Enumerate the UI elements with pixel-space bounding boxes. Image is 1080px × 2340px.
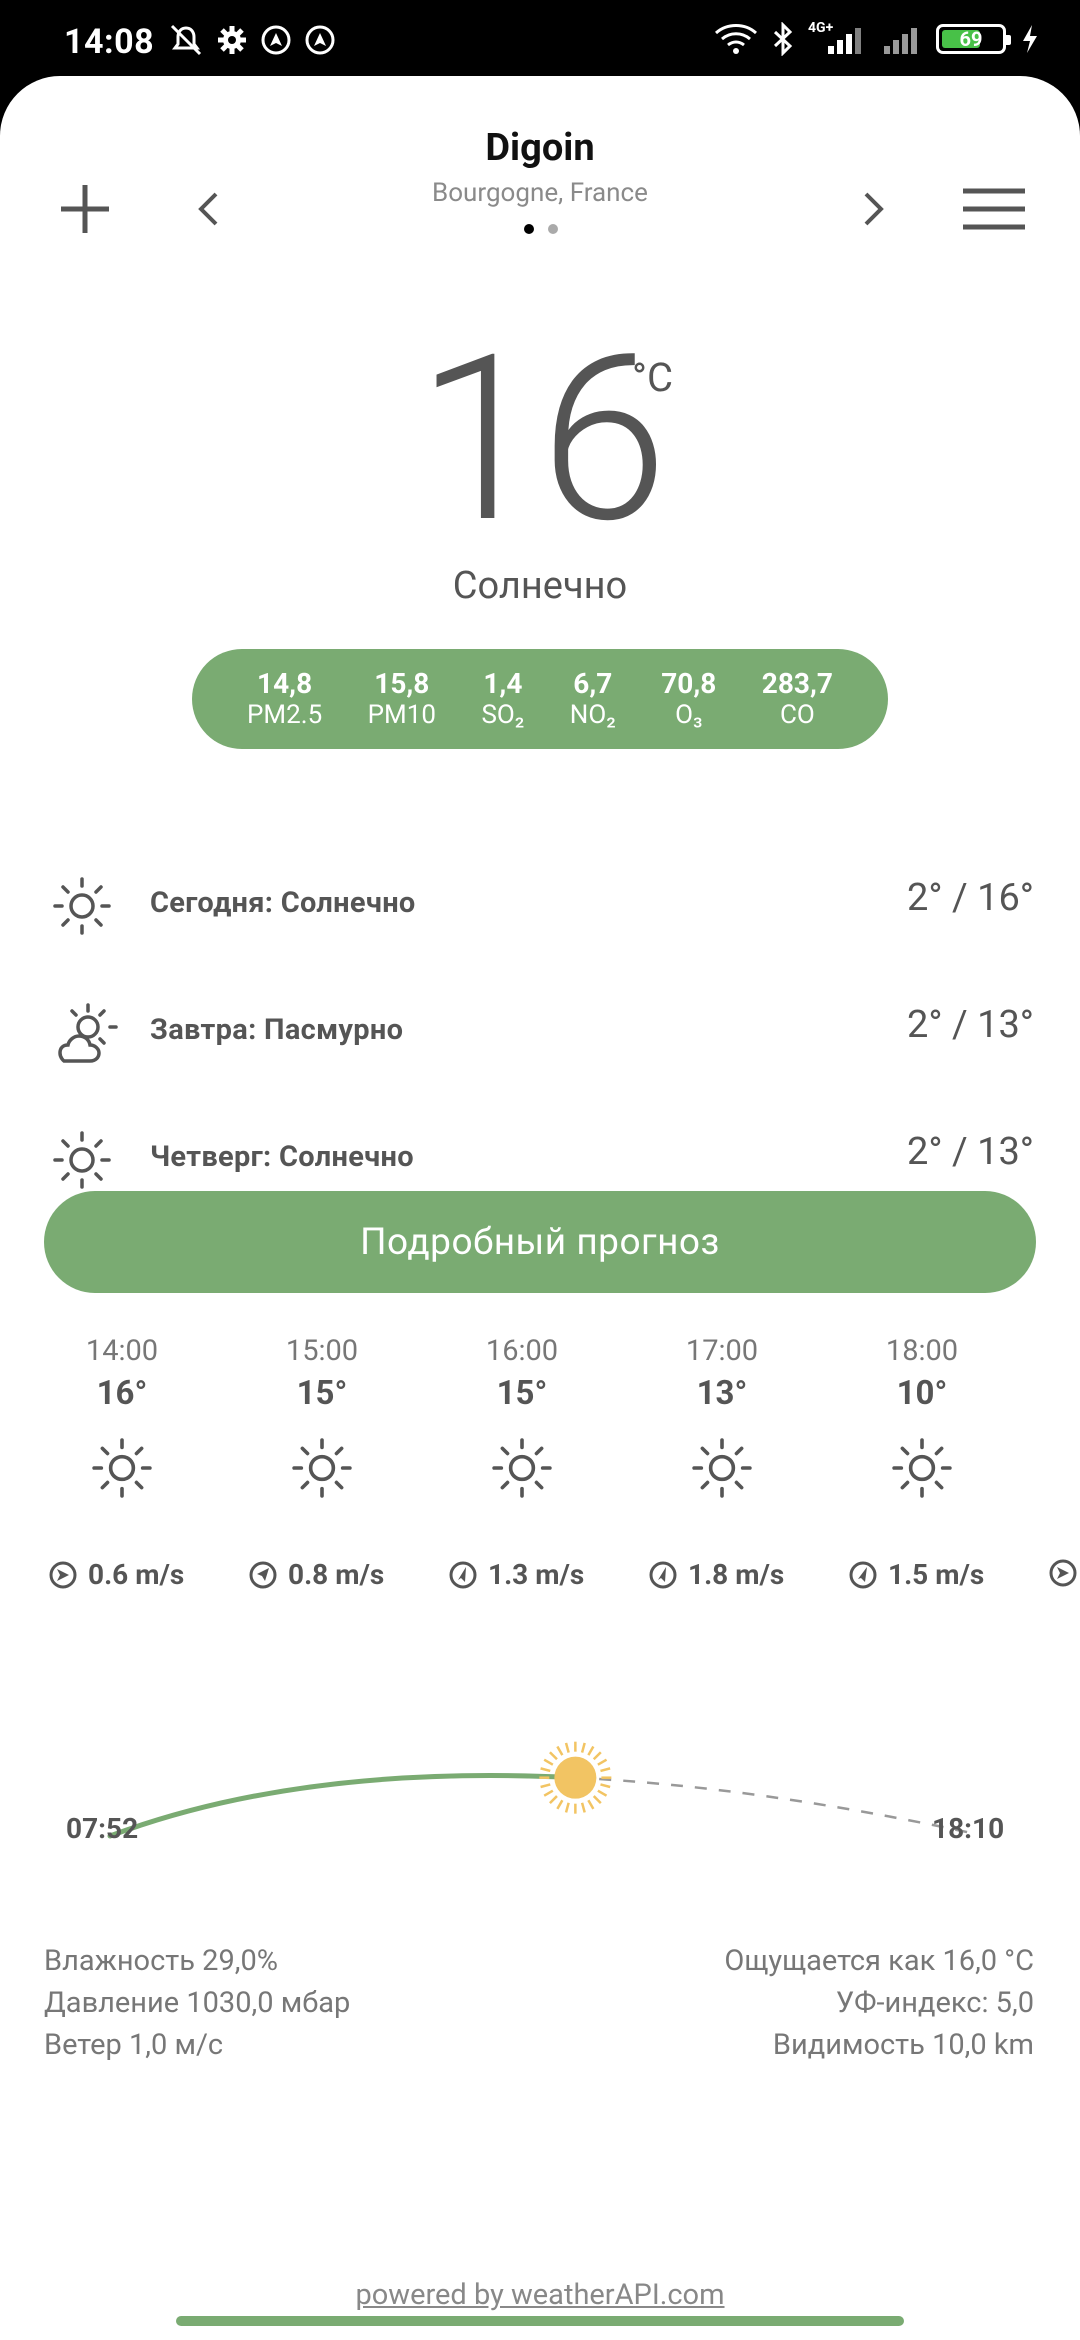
details-left: Влажность 29,0% Давление 1030,0 мбар Вет… xyxy=(44,1940,350,2066)
hourly-wind: 1.3 m/s xyxy=(448,1558,584,1591)
hourly-wind: 0.8 m/s xyxy=(248,1558,384,1591)
wind-direction-icon xyxy=(849,1561,877,1588)
hourly-wind: 1.5 m/s xyxy=(848,1558,984,1591)
humidity: Влажность 29,0% xyxy=(44,1944,278,1978)
sun-ray xyxy=(587,1745,595,1756)
sunset-time: 18:10 xyxy=(932,1812,1005,1845)
sun-path-remaining xyxy=(575,1776,977,1836)
aqi-pm25: 14,8 PM2.5 xyxy=(247,666,323,731)
city-name: Digoin xyxy=(485,126,595,170)
bell-muted-icon xyxy=(170,24,202,56)
hamburger-menu-icon xyxy=(963,188,1025,230)
page-dot-active xyxy=(524,224,534,234)
sun-icon xyxy=(492,1438,552,1498)
details-right: Ощущается как 16,0 °C УФ-индекс: 5,0 Вид… xyxy=(724,1940,1034,2066)
navigation-app-icon-2 xyxy=(305,25,335,55)
hourly-wind-partial xyxy=(1048,1558,1078,1588)
sun-ray xyxy=(592,1751,602,1761)
sun-ray xyxy=(600,1783,611,1789)
partly-cloudy-icon xyxy=(58,1003,118,1063)
wind-direction-icon xyxy=(1049,1559,1077,1587)
region-name: Bourgogne, France xyxy=(432,178,648,208)
hourly-wind: 1.8 m/s xyxy=(648,1558,784,1591)
sun-ray xyxy=(543,1789,554,1797)
sun-ray xyxy=(597,1789,608,1797)
page-indicator xyxy=(524,224,558,234)
aqi-pm10: 15,8 PM10 xyxy=(367,666,436,731)
sun-ray xyxy=(580,1802,586,1813)
wifi-icon xyxy=(714,24,758,54)
signal-4g-icon: 4G+ xyxy=(808,20,868,56)
gear-icon xyxy=(218,26,246,54)
sun-ray xyxy=(564,1802,570,1813)
hourly-wind: 0.6 m/s xyxy=(48,1558,184,1591)
hourly-item: 16:00 15° xyxy=(422,1334,622,1499)
powered-by-link[interactable]: powered by weatherAPI.com xyxy=(0,2278,1080,2312)
air-quality-bar[interactable]: 14,8 PM2.5 15,8 PM10 1,4 SO₂ 6,7 NO₂ 70,8 O₃ … xyxy=(192,649,888,749)
sun-ray xyxy=(597,1758,608,1766)
wind-direction-icon xyxy=(649,1561,677,1588)
wind-direction-icon xyxy=(249,1561,277,1588)
sun-icon xyxy=(53,1131,111,1189)
hourly-item: 14:00 16° xyxy=(22,1334,222,1499)
hourly-item: 18:00 10° xyxy=(822,1334,1022,1499)
bluetooth-icon xyxy=(773,22,793,56)
gesture-bar[interactable] xyxy=(176,2316,904,2326)
sun-ray xyxy=(587,1799,595,1810)
sun-disc xyxy=(554,1756,597,1799)
feels-like: Ощущается как 16,0 °C xyxy=(724,1944,1034,1978)
battery-icon: 69 xyxy=(936,24,1011,54)
daily-row-tomorrow[interactable]: Завтра: Пасмурно 2° / 13° xyxy=(0,983,1080,1083)
sun-icon xyxy=(92,1438,152,1498)
navigation-app-icon xyxy=(261,25,291,55)
chevron-right-icon xyxy=(864,192,884,226)
hourly-item: 15:00 15° xyxy=(222,1334,422,1499)
sun-icon xyxy=(892,1438,952,1498)
sunrise-time: 07:52 xyxy=(66,1812,139,1845)
sun-ray xyxy=(549,1751,558,1761)
sun-ray xyxy=(549,1795,558,1805)
sun-ray xyxy=(592,1795,602,1805)
pressure: Давление 1030,0 мбар xyxy=(44,1986,351,2020)
hourly-forecast[interactable]: 14:00 16° 15:00 15° 16:00 15° 17:00 13° … xyxy=(22,1334,1080,1504)
sun-ray xyxy=(540,1783,551,1789)
sun-path-elapsed xyxy=(107,1773,578,1839)
sun-icon xyxy=(292,1438,352,1498)
sun-ray xyxy=(564,1742,570,1753)
wind-direction-icon xyxy=(449,1561,477,1588)
wind-speed: Ветер 1,0 м/с xyxy=(44,2028,224,2062)
sun-ray xyxy=(600,1767,611,1773)
header: Digoin Bourgogne, France xyxy=(0,76,1080,256)
uv-index: УФ-индекс: 5,0 xyxy=(835,1986,1034,2020)
sun-ray xyxy=(556,1745,564,1756)
sun-ray xyxy=(543,1758,554,1766)
menu-button[interactable] xyxy=(956,176,1032,242)
temperature-unit: °C xyxy=(632,354,673,401)
next-location-button[interactable] xyxy=(846,176,902,242)
weather-card: Digoin Bourgogne, France 16 °C Солнечно … xyxy=(0,76,1080,2340)
hourly-item: 17:00 13° xyxy=(622,1334,822,1499)
current-condition: Солнечно xyxy=(452,564,628,608)
wind-direction-icon xyxy=(49,1561,77,1588)
daily-row-today[interactable]: Сегодня: Солнечно 2° / 16° xyxy=(0,856,1080,956)
sun-icon xyxy=(53,877,111,935)
sun-path-arc xyxy=(107,1741,977,1839)
aqi-so2: 1,4 SO₂ xyxy=(481,666,525,731)
aqi-co: 283,7 CO xyxy=(761,666,833,731)
sun-icon xyxy=(692,1438,752,1498)
signal-icon xyxy=(884,28,917,54)
status-time: 14:08 xyxy=(64,22,155,62)
visibility: Видимость 10,0 km xyxy=(772,2028,1034,2062)
sun-ray xyxy=(540,1767,551,1773)
sun-ray xyxy=(556,1799,564,1810)
status-bar: 14:08 4G+ 69 xyxy=(0,0,1080,76)
sun-ray xyxy=(580,1742,586,1753)
detailed-forecast-button[interactable]: Подробный прогноз xyxy=(44,1191,1036,1293)
aqi-o3: 70,8 O₃ xyxy=(661,666,717,731)
page-dot xyxy=(548,224,558,234)
charging-icon xyxy=(1023,25,1037,53)
aqi-no2: 6,7 NO₂ xyxy=(569,666,616,731)
current-temperature: 16 xyxy=(416,306,667,575)
